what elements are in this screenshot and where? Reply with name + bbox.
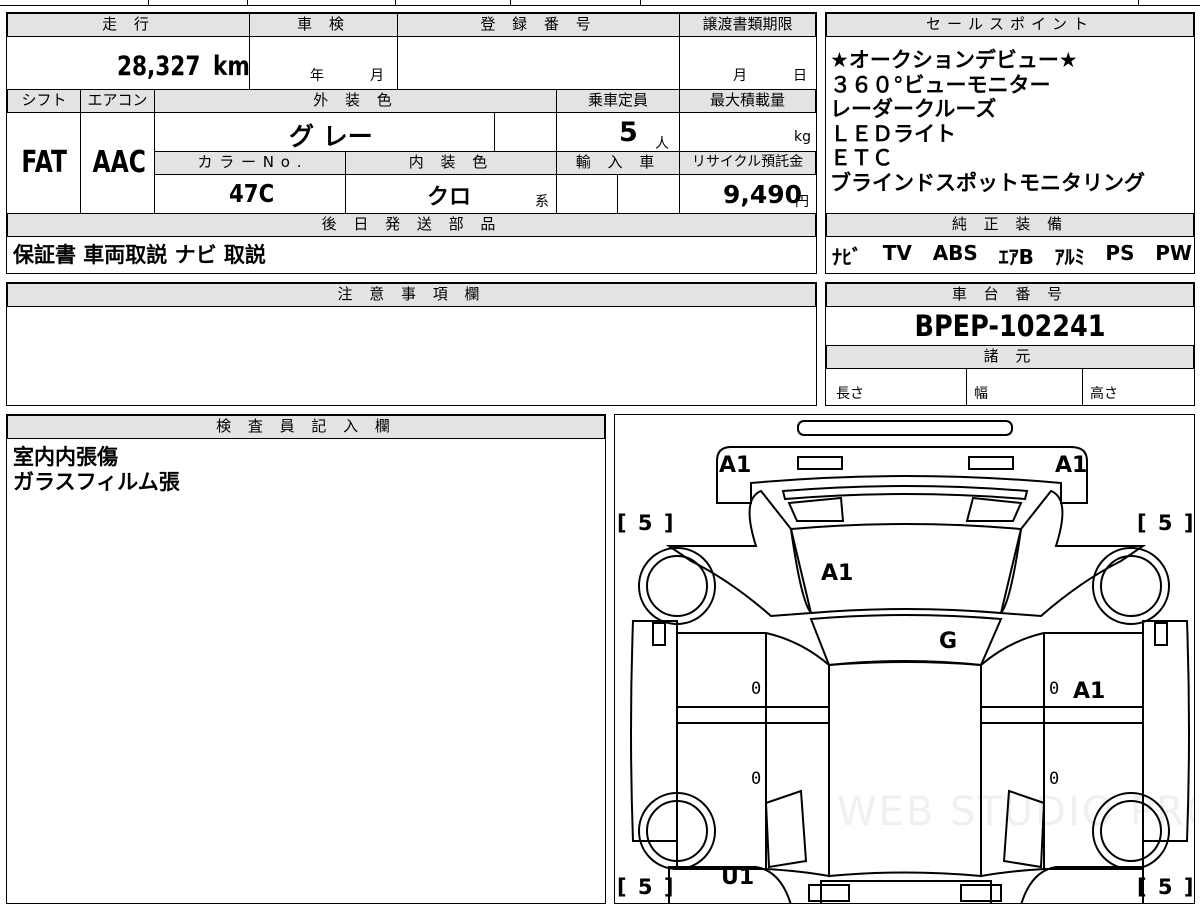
notes-panel: 注 意 事 項 欄: [6, 282, 817, 406]
equipment-item: ﾅﾋﾞ: [832, 245, 862, 269]
capacity-unit: 人: [655, 136, 669, 152]
interior-color-value: クロ: [427, 185, 472, 210]
inspection-year-label: 年: [310, 68, 324, 84]
damage-code-windshield: G: [939, 629, 958, 654]
equipment-item: ｴｱB: [998, 245, 1034, 269]
main-table: 走 行 車 検 登 録 番 号 譲渡書類期限 28,327 km 年 月 月 日…: [6, 12, 817, 274]
sales-points-panel: セールスポイント ★オークションデビュー★ ３６０°ビューモニター レーダークル…: [825, 12, 1195, 274]
sales-point-item: レーダークルーズ: [830, 97, 997, 122]
car-diagram: [630, 420, 1190, 903]
door-value: 0: [751, 679, 762, 699]
sales-point-item: ★オークションデビュー★: [830, 48, 1078, 72]
notes-header: 注 意 事 項 欄: [7, 283, 816, 307]
sales-point-item: ＬＥＤライト: [830, 121, 956, 146]
mileage-header: 走 行: [7, 13, 250, 37]
equipment-item: PW: [1155, 241, 1192, 265]
top-clipped-row: [0, 0, 1200, 8]
aircon-header: エアコン: [80, 89, 155, 113]
interior-color-suffix: 系: [535, 194, 549, 210]
sales-point-item: ＥＴＣ: [830, 146, 893, 171]
color-no-header: カ ラ ー N o .: [154, 151, 346, 175]
inspection-month-label: 月: [370, 68, 384, 84]
import-car-header: 輸 入 車: [556, 151, 680, 175]
recycle-deposit-unit: 円: [795, 194, 809, 210]
registration-header: 登 録 番 号: [397, 13, 680, 37]
door-value: 0: [1049, 679, 1060, 699]
transfer-deadline-header: 譲渡書類期限: [679, 13, 816, 37]
exterior-color-header: 外 装 色: [154, 89, 557, 113]
equipment-item: ｱﾙﾐ: [1054, 245, 1085, 269]
height-label: 高さ: [1090, 386, 1118, 402]
inspection-header: 車 検: [249, 13, 398, 37]
inspector-line: ガラスフィルム張: [13, 470, 180, 494]
sales-points-header: セールスポイント: [826, 13, 1194, 37]
equipment-item: TV: [882, 241, 912, 265]
equipment-header: 純 正 装 備: [826, 213, 1194, 237]
damage-code-front-left: A1: [719, 453, 752, 478]
aircon-value: AAC: [92, 145, 146, 180]
damage-diagram-panel: WEB STUDIO PRO A1 A1 A1 G A1 U1 [5] […: [614, 414, 1195, 904]
inspector-header: 検 査 員 記 入 欄: [7, 415, 605, 439]
mileage-value: 28,327: [117, 51, 201, 82]
tyre-depth-rear-right: [ 5 ]: [1137, 875, 1195, 899]
max-load-header: 最大積載量: [679, 89, 816, 113]
equipment-item: PS: [1105, 241, 1135, 265]
door-value: 0: [1049, 769, 1060, 789]
color-no-value: 47C: [229, 179, 275, 208]
chassis-number-value: BPEP-102241: [914, 309, 1106, 343]
equipment-list: ﾅﾋﾞ TV ABS ｴｱB ｱﾙﾐ PS PW: [832, 241, 1192, 271]
chassis-panel: 車 台 番 号 BPEP-102241 諸 元 長さ 幅 高さ: [825, 282, 1195, 406]
recycle-deposit-value: 9,490: [723, 180, 803, 209]
tyre-depth-front-right: [ 5 ]: [1137, 511, 1195, 535]
mileage-unit: km: [213, 51, 250, 82]
later-parts-value: 保証書 車両取説 ナビ 取説: [13, 243, 266, 267]
inspector-line: 室内内張傷: [13, 445, 118, 469]
tyre-depth-rear-left: [ 5 ]: [617, 875, 676, 899]
shift-header: シフト: [7, 89, 81, 113]
length-label: 長さ: [836, 386, 864, 402]
specs-header: 諸 元: [826, 345, 1194, 369]
tyre-depth-front-left: [ 5 ]: [617, 511, 676, 535]
capacity-header: 乗車定員: [556, 89, 680, 113]
interior-color-header: 内 装 色: [345, 151, 557, 175]
inspector-panel: 検 査 員 記 入 欄 室内内張傷 ガラスフィルム張: [6, 414, 606, 904]
damage-code-right-front-door: A1: [1073, 679, 1106, 704]
exterior-color-value: グ レー: [289, 122, 373, 151]
sales-point-item: ３６０°ビューモニター: [830, 72, 1051, 97]
door-value: 0: [751, 769, 762, 789]
chassis-number-header: 車 台 番 号: [826, 283, 1194, 307]
max-load-unit: kg: [794, 129, 811, 145]
width-label: 幅: [974, 386, 988, 402]
capacity-value: 5: [619, 117, 638, 148]
damage-code-hood: A1: [821, 561, 854, 586]
equipment-item: ABS: [932, 241, 978, 265]
recycle-deposit-header: リサイクル預託金: [679, 151, 816, 175]
shift-value: FAT: [21, 145, 67, 180]
damage-code-rear-left: U1: [721, 865, 755, 890]
later-parts-header: 後 日 発 送 部 品: [7, 213, 816, 237]
transfer-day-label: 日: [793, 68, 807, 84]
damage-code-front-right: A1: [1055, 453, 1088, 478]
sales-point-item: ブラインドスポットモニタリング: [830, 171, 1145, 195]
transfer-month-label: 月: [733, 68, 747, 84]
